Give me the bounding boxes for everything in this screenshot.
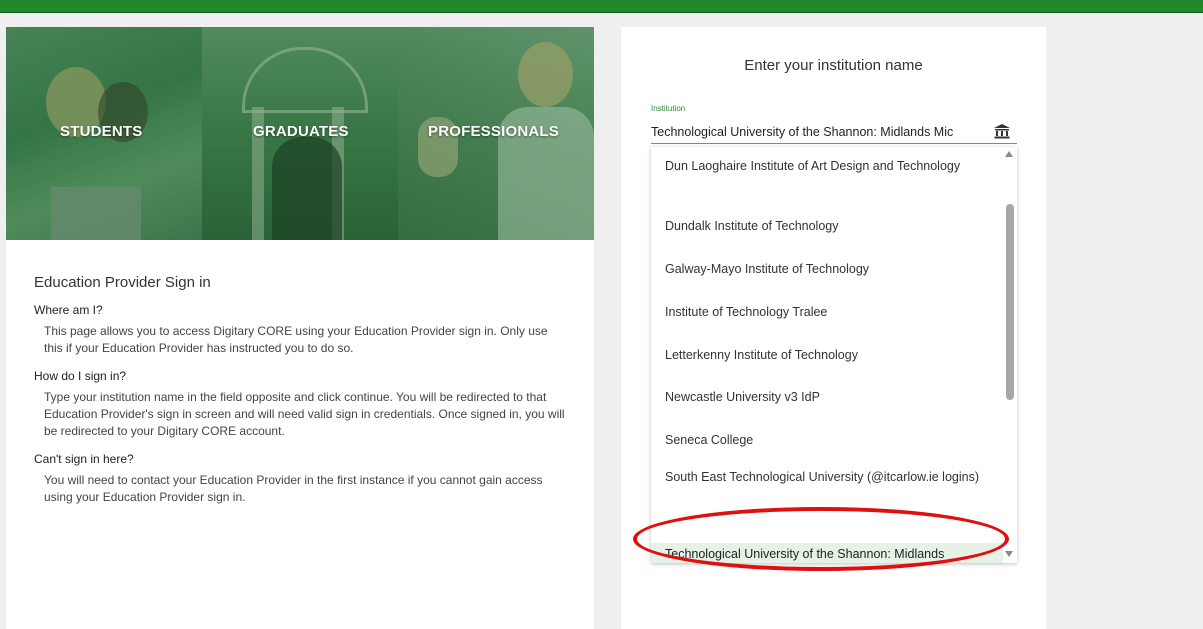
- faq-question-how: How do I sign in?: [34, 369, 127, 383]
- sign-in-form-panel: Enter your institution name Institution …: [621, 27, 1046, 629]
- dropdown-option[interactable]: South East Technological University (@it…: [651, 467, 1003, 486]
- institution-input[interactable]: [651, 120, 1017, 144]
- scroll-down-icon[interactable]: [1005, 551, 1013, 557]
- institution-dropdown[interactable]: Dun Laoghaire Institute of Art Design an…: [651, 147, 1017, 563]
- dropdown-option[interactable]: Seneca College: [651, 431, 1003, 449]
- hero-banner: STUDENTS GRADUATES PROFESSIONALS: [6, 27, 594, 240]
- hero-label-students: STUDENTS: [60, 123, 143, 140]
- left-info-panel: STUDENTS GRADUATES PROFESSIONALS Educati…: [6, 27, 594, 629]
- faq-answer-where: This page allows you to access Digitary …: [44, 324, 548, 355]
- scrollbar-thumb[interactable]: [1006, 204, 1014, 400]
- hero-label-graduates: GRADUATES: [253, 123, 349, 140]
- dropdown-option[interactable]: Letterkenny Institute of Technology: [651, 346, 1003, 364]
- info-title: Education Provider Sign in: [34, 274, 211, 291]
- info-section: Education Provider Sign in Where am I? T…: [6, 274, 594, 506]
- scroll-up-icon[interactable]: [1005, 151, 1013, 157]
- institution-icon: [994, 124, 1010, 139]
- hero-label-professionals: PROFESSIONALS: [428, 123, 559, 140]
- top-brand-bar: [0, 0, 1203, 13]
- institution-field-label: Institution: [651, 104, 686, 113]
- faq-answer-how: Type your institution name in the field …: [44, 390, 565, 438]
- faq-answer-cant: You will need to contact your Education …: [44, 473, 543, 504]
- dropdown-option[interactable]: Institute of Technology Tralee: [651, 303, 1003, 321]
- form-title: Enter your institution name: [744, 57, 923, 74]
- dropdown-scrollbar[interactable]: [1003, 147, 1017, 563]
- dropdown-option[interactable]: Dundalk Institute of Technology: [651, 217, 1003, 235]
- dropdown-option-selected[interactable]: Technological University of the Shannon:…: [651, 543, 1003, 563]
- dropdown-option[interactable]: Newcastle University v3 IdP: [651, 388, 1003, 406]
- dropdown-option[interactable]: Galway-Mayo Institute of Technology: [651, 260, 1003, 278]
- faq-question-cant: Can't sign in here?: [34, 452, 134, 466]
- dropdown-option[interactable]: Dun Laoghaire Institute of Art Design an…: [651, 157, 1003, 175]
- faq-question-where: Where am I?: [34, 303, 103, 317]
